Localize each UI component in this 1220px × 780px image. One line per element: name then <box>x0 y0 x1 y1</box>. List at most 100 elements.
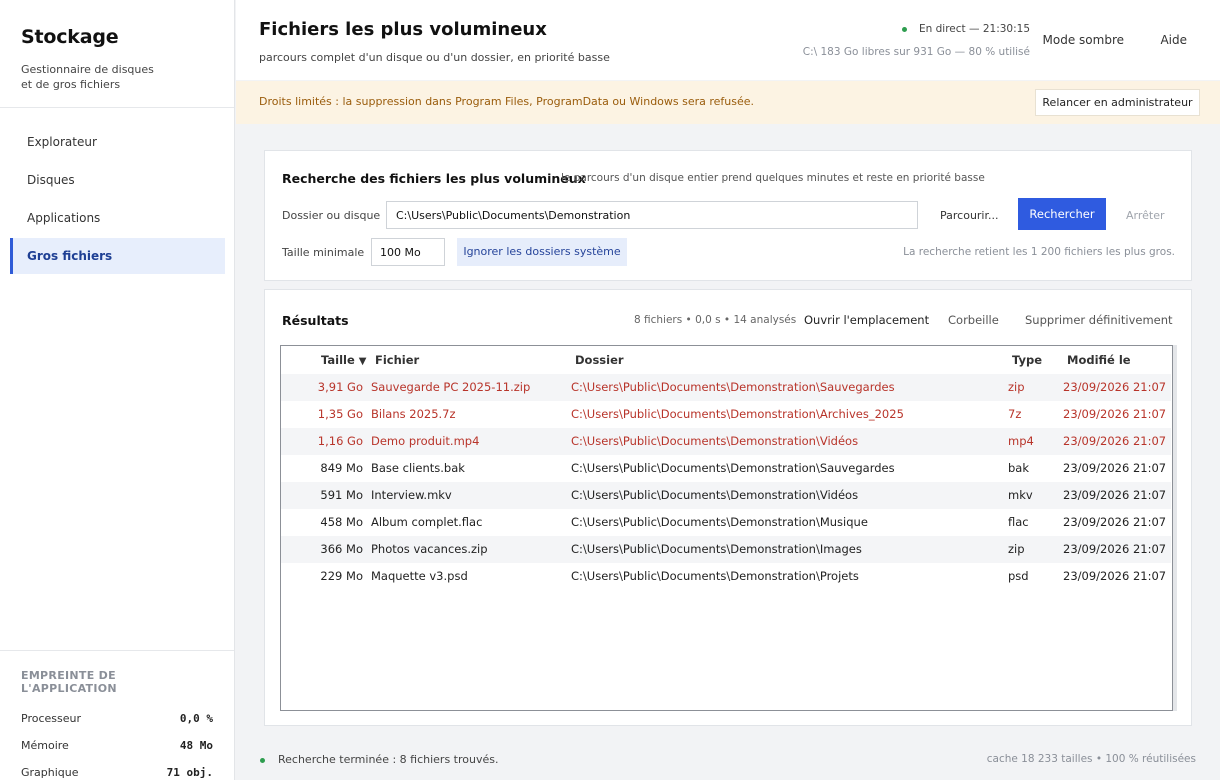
table-header: Taille ▼ Fichier Dossier Type Modifié le <box>281 346 1171 374</box>
sidebar-item-gros-fichiers[interactable]: Gros fichiers <box>10 238 225 274</box>
footprint-value: 0,0 % <box>179 712 213 725</box>
footprint-title: EMPREINTE DE L'APPLICATION <box>21 669 117 695</box>
cell-folder: C:\Users\Public\Documents\Demonstration\… <box>571 380 895 394</box>
app-brand: Stockage Gestionnaire de disques et de g… <box>0 0 234 108</box>
cell-type: bak <box>1008 461 1030 475</box>
cell-file: Base clients.bak <box>371 461 465 475</box>
status-dot-icon <box>260 758 265 763</box>
table-row[interactable]: 366 Mo Photos vacances.zip C:\Users\Public… <box>281 536 1171 563</box>
status-text: Recherche terminée : 8 fichiers trouvés. <box>278 753 499 766</box>
cell-type: zip <box>1008 380 1025 394</box>
table-row[interactable]: 1,35 Go Bilans 2025.7z C:\Users\Public\Doc… <box>281 401 1171 428</box>
cell-file: Interview.mkv <box>371 488 452 502</box>
status-bar: Recherche terminée : 8 fichiers trouvés.… <box>236 740 1220 780</box>
ignore-system-folders-toggle[interactable]: Ignorer les dossiers système <box>457 238 627 266</box>
cell-file: Demo produit.mp4 <box>371 434 480 448</box>
sidebar-item-disques[interactable]: Disques <box>10 162 225 198</box>
cell-modified: 23/09/2026 21:07 <box>1063 569 1167 583</box>
cell-folder: C:\Users\Public\Documents\Demonstration\… <box>571 488 859 502</box>
cell-modified: 23/09/2026 21:07 <box>1063 380 1167 394</box>
folder-path-input[interactable] <box>386 201 918 229</box>
cell-folder: C:\Users\Public\Documents\Demonstration\… <box>571 434 859 448</box>
table-row[interactable]: 849 Mo Base clients.bak C:\Users\Public\Do… <box>281 455 1171 482</box>
footprint-label: Mémoire <box>21 739 69 752</box>
cell-file: Photos vacances.zip <box>371 542 488 556</box>
column-header-modified[interactable]: Modifié le <box>1067 346 1131 374</box>
sidebar-nav: Explorateur Disques Applications Gros fi… <box>0 108 234 274</box>
open-location-button[interactable]: Ouvrir l'emplacement <box>804 313 929 327</box>
search-panel: Recherche des fichiers les plus volumine… <box>264 150 1192 281</box>
min-size-input[interactable] <box>371 238 445 266</box>
cell-type: zip <box>1008 542 1025 556</box>
delete-permanently-button[interactable]: Supprimer définitivement <box>1025 313 1173 327</box>
app-title: Stockage <box>21 26 119 48</box>
sort-desc-icon: ▼ <box>358 356 367 367</box>
footprint-row-graphics: Graphique 71 obj. <box>21 759 213 780</box>
relaunch-admin-button[interactable]: Relancer en administrateur <box>1035 89 1200 116</box>
column-header-folder[interactable]: Dossier <box>575 346 624 374</box>
sidebar-item-explorateur[interactable]: Explorateur <box>10 124 225 160</box>
cell-folder: C:\Users\Public\Documents\Demonstration\… <box>571 569 859 583</box>
column-header-type[interactable]: Type <box>1012 346 1042 374</box>
stop-button[interactable]: Arrêter <box>1126 209 1165 222</box>
page-header: Fichiers les plus volumineux parcours co… <box>236 0 1220 80</box>
dark-mode-button[interactable]: Mode sombre <box>1043 33 1124 47</box>
table-row[interactable]: 1,16 Go Demo produit.mp4 C:\Users\Public\D… <box>281 428 1171 455</box>
table-row[interactable]: 458 Mo Album complet.flac C:\Users\Public\… <box>281 509 1171 536</box>
cell-modified: 23/09/2026 21:07 <box>1063 461 1167 475</box>
column-header-file[interactable]: Fichier <box>375 346 419 374</box>
page-subtitle: parcours complet d'un disque ou d'un dos… <box>259 51 610 64</box>
footprint-value: 48 Mo <box>179 739 213 752</box>
cell-modified: 23/09/2026 21:07 <box>1063 407 1167 421</box>
results-stats: 8 fichiers • 0,0 s • 14 analysés <box>634 314 797 326</box>
cell-file: Album complet.flac <box>371 515 483 529</box>
sidebar-item-applications[interactable]: Applications <box>10 200 225 236</box>
table-row[interactable]: 591 Mo Interview.mkv C:\Users\Public\Docum… <box>281 482 1171 509</box>
cell-file: Sauvegarde PC 2025-11.zip <box>371 380 531 394</box>
help-button[interactable]: Aide <box>1160 33 1187 47</box>
footprint-label: Graphique <box>21 766 79 779</box>
results-table: Taille ▼ Fichier Dossier Type Modifié le… <box>280 345 1173 711</box>
cell-modified: 23/09/2026 21:07 <box>1063 542 1167 556</box>
cell-folder: C:\Users\Public\Documents\Demonstration\… <box>571 515 868 529</box>
cell-modified: 23/09/2026 21:07 <box>1063 488 1167 502</box>
table-row[interactable]: 3,91 Go Sauvegarde PC 2025-11.zip C:\Users… <box>281 374 1171 401</box>
cell-size: 591 Mo <box>320 488 363 502</box>
cell-folder: C:\Users\Public\Documents\Demonstration\… <box>571 407 904 421</box>
results-panel: Résultats 8 fichiers • 0,0 s • 14 analys… <box>264 289 1192 726</box>
footprint-label: Processeur <box>21 712 81 725</box>
browse-button[interactable]: Parcourir... <box>940 209 999 222</box>
result-limit-note: La recherche retient les 1 200 fichiers … <box>903 246 1175 258</box>
cell-size: 366 Mo <box>320 542 363 556</box>
cell-modified: 23/09/2026 21:07 <box>1063 515 1167 529</box>
live-clock: En direct — 21:30:15 <box>919 23 1030 35</box>
footprint-row-cpu: Processeur 0,0 % <box>21 705 213 732</box>
column-header-size[interactable]: Taille ▼ <box>321 346 366 376</box>
cell-size: 458 Mo <box>320 515 363 529</box>
disk-usage-info: C:\ 183 Go libres sur 931 Go — 80 % util… <box>802 46 1030 58</box>
cell-modified: 23/09/2026 21:07 <box>1063 434 1167 448</box>
results-title: Résultats <box>282 313 349 328</box>
trash-button[interactable]: Corbeille <box>948 313 999 327</box>
app-subtitle: Gestionnaire de disques et de gros fichi… <box>21 63 154 91</box>
permissions-banner: Droits limités : la suppression dans Pro… <box>236 81 1220 124</box>
cell-type: mp4 <box>1008 434 1034 448</box>
cell-size: 229 Mo <box>320 569 363 583</box>
results-scrollbar[interactable] <box>1173 345 1177 711</box>
footprint-row-memory: Mémoire 48 Mo <box>21 732 213 759</box>
cache-info: cache 18 233 tailles • 100 % réutilisées <box>986 753 1196 765</box>
cell-size: 849 Mo <box>320 461 363 475</box>
cell-file: Maquette v3.psd <box>371 569 468 583</box>
live-dot-icon <box>902 26 908 32</box>
search-button[interactable]: Rechercher <box>1018 198 1106 230</box>
cell-size: 3,91 Go <box>317 380 363 394</box>
footprint-value: 71 obj. <box>166 766 213 779</box>
table-row[interactable]: 229 Mo Maquette v3.psd C:\Users\Public\Doc… <box>281 563 1171 590</box>
cell-type: flac <box>1008 515 1029 529</box>
cell-file: Bilans 2025.7z <box>371 407 456 421</box>
live-indicator: En direct — 21:30:15 <box>902 23 1030 35</box>
app-footprint: EMPREINTE DE L'APPLICATION Processeur 0,… <box>0 650 234 780</box>
folder-label: Dossier ou disque <box>282 209 381 222</box>
page-title: Fichiers les plus volumineux <box>259 19 547 40</box>
cell-type: mkv <box>1008 488 1033 502</box>
